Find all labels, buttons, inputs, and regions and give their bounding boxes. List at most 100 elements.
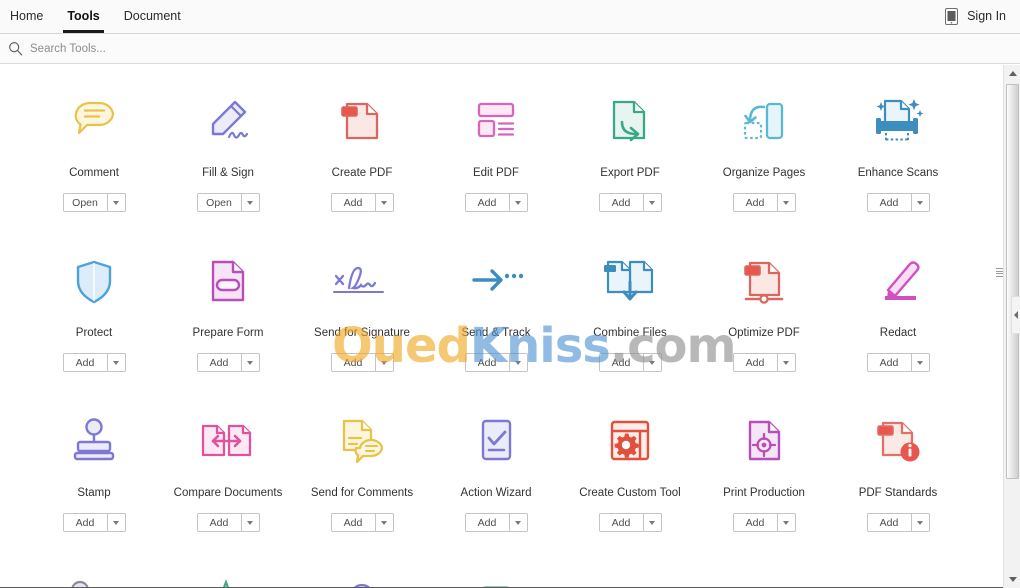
- tool-action-group[interactable]: Add: [330, 353, 394, 372]
- tool-card-enhance-scans[interactable]: Enhance Scans Add: [831, 82, 965, 242]
- tool-action-group[interactable]: Add: [866, 193, 930, 212]
- tool-action-caret[interactable]: [374, 194, 393, 211]
- tool-action-button[interactable]: Add: [733, 514, 777, 531]
- tool-card-partial[interactable]: [27, 562, 161, 588]
- tool-action-caret[interactable]: [642, 514, 661, 531]
- tool-card-send-and-track[interactable]: Send & Track Add: [429, 242, 563, 402]
- tool-action-group[interactable]: Add: [464, 513, 528, 532]
- tool-action-group[interactable]: Add: [866, 353, 930, 372]
- tool-action-caret[interactable]: [240, 514, 259, 531]
- tool-action-caret[interactable]: [106, 194, 125, 211]
- prepare-form-icon[interactable]: [192, 246, 264, 318]
- tool-action-caret[interactable]: [910, 354, 929, 371]
- tool-action-caret[interactable]: [508, 514, 527, 531]
- edit-pdf-icon[interactable]: [460, 86, 532, 158]
- tool-card-partial[interactable]: [697, 562, 831, 588]
- tool-card-pdf-standards[interactable]: PDF Standards Add: [831, 402, 965, 562]
- signature-icon[interactable]: [326, 246, 398, 318]
- tool-action-button[interactable]: Add: [197, 354, 241, 371]
- tool-action-group[interactable]: Add: [196, 353, 260, 372]
- tool-action-caret[interactable]: [106, 514, 125, 531]
- tool-action-caret[interactable]: [910, 514, 929, 531]
- tool-action-caret[interactable]: [910, 194, 929, 211]
- tool-action-button[interactable]: Add: [465, 194, 509, 211]
- tool-action-group[interactable]: Add: [330, 513, 394, 532]
- send-track-arrow-icon[interactable]: [460, 246, 532, 318]
- menu-tab-tools[interactable]: Tools: [55, 0, 111, 33]
- combine-files-icon[interactable]: [594, 246, 666, 318]
- action-wizard-icon[interactable]: [460, 406, 532, 478]
- send-comments-icon[interactable]: [326, 406, 398, 478]
- menu-tab-document[interactable]: Document: [112, 0, 193, 33]
- tool-action-group[interactable]: Add: [732, 513, 796, 532]
- tool-card-optimize-pdf[interactable]: Optimize PDF Add: [697, 242, 831, 402]
- create-pdf-icon[interactable]: [326, 86, 398, 158]
- tool-action-caret[interactable]: [240, 354, 259, 371]
- tool-card-fill-and-sign[interactable]: Fill & Sign Open: [161, 82, 295, 242]
- tool-action-group[interactable]: Add: [464, 353, 528, 372]
- tool-action-button[interactable]: Add: [733, 354, 777, 371]
- tool-action-group[interactable]: Add: [598, 193, 662, 212]
- stamp-icon[interactable]: [58, 406, 130, 478]
- tool-action-caret[interactable]: [642, 194, 661, 211]
- partial-icon-1[interactable]: [58, 566, 130, 588]
- tool-card-partial[interactable]: [563, 562, 697, 588]
- scrollbar-thumb[interactable]: [1006, 84, 1019, 479]
- tool-card-partial[interactable]: [161, 562, 295, 588]
- tool-action-group[interactable]: Open: [62, 193, 126, 212]
- tool-card-stamp[interactable]: Stamp Add: [27, 402, 161, 562]
- tool-action-caret[interactable]: [508, 194, 527, 211]
- tool-action-button[interactable]: Open: [197, 194, 241, 211]
- tool-action-button[interactable]: Open: [63, 194, 107, 211]
- partial-icon-7[interactable]: [862, 566, 934, 588]
- tool-card-organize-pages[interactable]: Organize Pages Add: [697, 82, 831, 242]
- tool-action-group[interactable]: Add: [732, 353, 796, 372]
- tool-card-export-pdf[interactable]: Export PDF Add: [563, 82, 697, 242]
- tool-card-edit-pdf[interactable]: Edit PDF Add: [429, 82, 563, 242]
- tool-card-partial[interactable]: [831, 562, 965, 588]
- tool-action-button[interactable]: Add: [63, 354, 107, 371]
- tool-action-group[interactable]: Add: [62, 513, 126, 532]
- tool-action-group[interactable]: Add: [866, 513, 930, 532]
- tool-card-prepare-form[interactable]: Prepare Form Add: [161, 242, 295, 402]
- menu-tab-home[interactable]: Home: [0, 0, 55, 33]
- partial-icon-4[interactable]: [460, 566, 532, 588]
- tool-action-group[interactable]: Add: [598, 513, 662, 532]
- tool-action-button[interactable]: Add: [331, 514, 375, 531]
- tool-action-caret[interactable]: [776, 354, 795, 371]
- tool-action-caret[interactable]: [106, 354, 125, 371]
- partial-icon-6[interactable]: [728, 566, 800, 588]
- tool-card-partial[interactable]: [295, 562, 429, 588]
- tool-action-button[interactable]: Add: [599, 354, 643, 371]
- tool-card-protect[interactable]: Protect Add: [27, 242, 161, 402]
- shield-protect-icon[interactable]: [58, 246, 130, 318]
- tool-action-button[interactable]: Add: [331, 354, 375, 371]
- tool-card-create-custom-tool[interactable]: Create Custom Tool Add: [563, 402, 697, 562]
- organize-pages-icon[interactable]: [728, 86, 800, 158]
- tool-action-group[interactable]: Add: [62, 353, 126, 372]
- scroll-down-arrow-icon[interactable]: [1004, 571, 1020, 588]
- tool-card-send-for-comments[interactable]: Send for Comments Add: [295, 402, 429, 562]
- enhance-scans-icon[interactable]: [862, 86, 934, 158]
- pen-sign-icon[interactable]: [192, 86, 264, 158]
- tool-action-button[interactable]: Add: [867, 514, 911, 531]
- tool-action-button[interactable]: Add: [867, 354, 911, 371]
- tool-action-button[interactable]: Add: [599, 194, 643, 211]
- tool-action-button[interactable]: Add: [465, 354, 509, 371]
- redact-marker-icon[interactable]: [862, 246, 934, 318]
- collapse-panel-handle[interactable]: [1011, 296, 1020, 334]
- tool-card-print-production[interactable]: Print Production Add: [697, 402, 831, 562]
- tool-action-button[interactable]: Add: [465, 514, 509, 531]
- mobile-device-icon[interactable]: [945, 7, 959, 25]
- tool-action-button[interactable]: Add: [331, 194, 375, 211]
- sign-in-label[interactable]: Sign In: [967, 9, 1006, 23]
- partial-icon-5[interactable]: [594, 566, 666, 588]
- tool-action-caret[interactable]: [240, 194, 259, 211]
- tool-card-action-wizard[interactable]: Action Wizard Add: [429, 402, 563, 562]
- tool-action-group[interactable]: Add: [732, 193, 796, 212]
- partial-icon-3[interactable]: [326, 566, 398, 588]
- tool-action-button[interactable]: Add: [733, 194, 777, 211]
- export-pdf-icon[interactable]: [594, 86, 666, 158]
- print-production-icon[interactable]: [728, 406, 800, 478]
- comment-bubble-icon[interactable]: [58, 86, 130, 158]
